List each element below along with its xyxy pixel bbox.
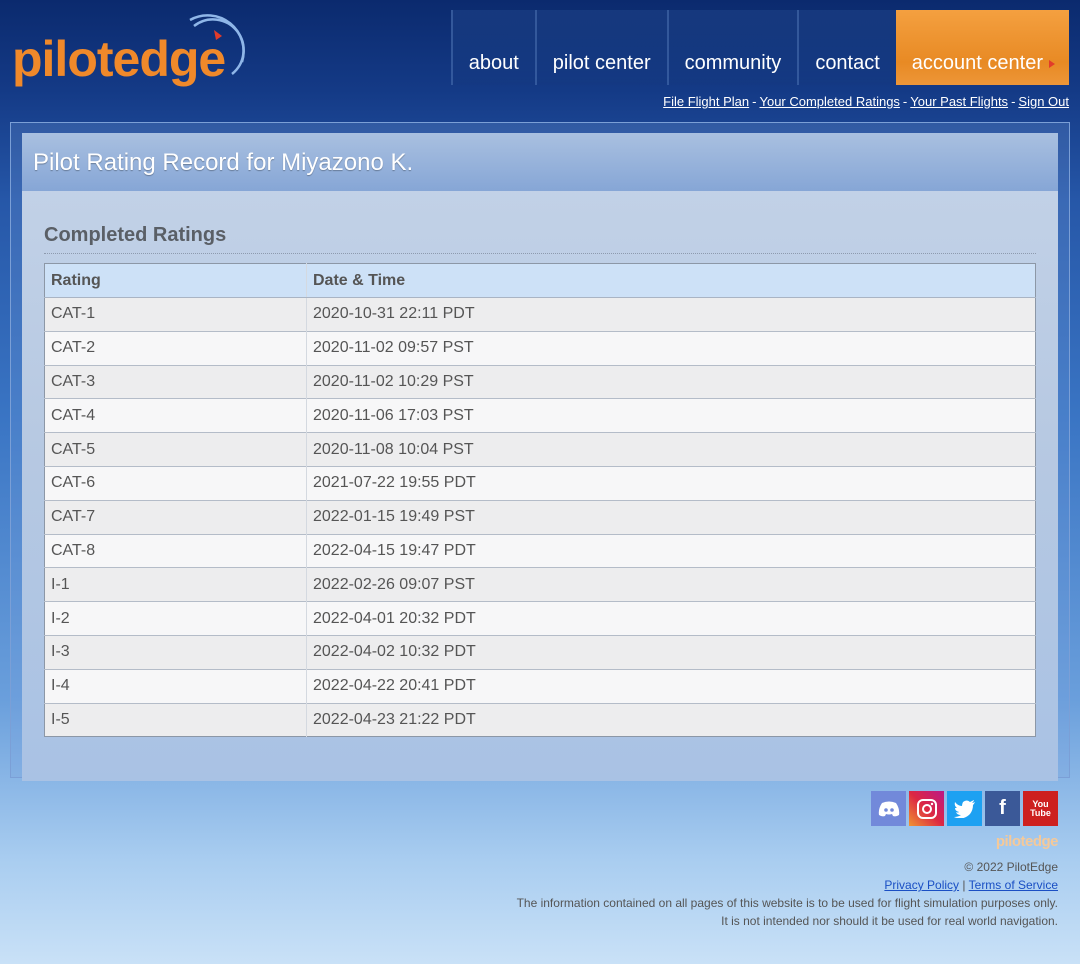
social-links: f You Tube (871, 791, 1058, 826)
date-time-cell: 2022-04-01 20:32 PDT (306, 601, 1036, 636)
date-time-cell: 2022-02-26 09:07 PST (306, 567, 1036, 602)
content-panel: Pilot Rating Record for Miyazono K. Comp… (22, 133, 1058, 781)
rating-cell: CAT-8 (44, 533, 307, 568)
account-sublinks: File Flight Plan - Your Completed Ratings -… (663, 94, 1069, 109)
date-time-cell: 2020-11-02 09:57 PST (306, 330, 1036, 366)
table-row: CAT-4 2020-11-06 17:03 PST (44, 398, 1036, 433)
nav-about[interactable]: about (450, 10, 535, 85)
footer-logo: pilotedge (995, 833, 1059, 850)
nav-community[interactable]: community (666, 10, 798, 85)
table-row: I-5 2022-04-23 21:22 PDT (44, 702, 1036, 737)
separator: - (1011, 94, 1016, 109)
table-row: CAT-8 2022-04-15 19:47 PDT (44, 533, 1036, 568)
nav-account-center[interactable]: account center (895, 10, 1069, 85)
column-header-date-time: Date & Time (306, 263, 1036, 298)
triangle-right-icon (1049, 60, 1055, 68)
nav-pilot-center[interactable]: pilot center (534, 10, 667, 85)
ratings-table: Rating Date & Time CAT-1 2020-10-31 22:11… (44, 263, 1036, 738)
rating-cell: CAT-3 (44, 364, 307, 399)
rating-cell: I-5 (44, 702, 307, 737)
date-time-cell: 2021-07-22 19:55 PDT (306, 465, 1036, 501)
date-time-cell: 2022-04-15 19:47 PDT (306, 533, 1036, 568)
table-row: I-4 2022-04-22 20:41 PDT (44, 668, 1036, 704)
date-time-cell: 2020-11-08 10:04 PST (306, 432, 1036, 467)
main-nav: about pilot center community contact acc… (450, 10, 1069, 85)
rating-cell: CAT-4 (44, 398, 307, 433)
instagram-icon[interactable] (909, 791, 944, 826)
table-header-row: Rating Date & Time (44, 263, 1036, 298)
table-row: CAT-3 2020-11-02 10:29 PST (44, 364, 1036, 399)
discord-icon[interactable] (871, 791, 906, 826)
date-time-cell: 2020-11-02 10:29 PST (306, 364, 1036, 399)
date-time-cell: 2022-04-23 21:22 PDT (306, 702, 1036, 737)
sign-out-link[interactable]: Sign Out (1018, 94, 1069, 109)
table-row: CAT-2 2020-11-02 09:57 PST (44, 330, 1036, 366)
youtube-label-tube: Tube (1030, 807, 1051, 818)
rating-cell: CAT-5 (44, 432, 307, 467)
rating-cell: I-1 (44, 567, 307, 602)
table-row: CAT-6 2021-07-22 19:55 PDT (44, 465, 1036, 501)
rating-cell: I-2 (44, 601, 307, 636)
date-time-cell: 2022-04-22 20:41 PDT (306, 668, 1036, 704)
page-title: Pilot Rating Record for Miyazono K. (22, 133, 1058, 191)
section-title: Completed Ratings (44, 224, 1036, 254)
separator: - (752, 94, 757, 109)
column-header-rating: Rating (44, 263, 307, 298)
completed-ratings-link[interactable]: Your Completed Ratings (759, 94, 899, 109)
nav-account-center-label: account center (911, 52, 1043, 74)
date-time-cell: 2022-04-02 10:32 PDT (306, 634, 1036, 670)
privacy-policy-link[interactable]: Privacy Policy (884, 878, 959, 892)
separator: - (902, 94, 908, 109)
twitter-icon[interactable] (947, 791, 982, 826)
logo-arc-icon (189, 14, 245, 75)
copyright: © 2022 PilotEdge (964, 860, 1058, 874)
date-time-cell: 2022-01-15 19:49 PST (306, 499, 1036, 535)
date-time-cell: 2020-10-31 22:11 PDT (306, 297, 1036, 332)
table-row: CAT-1 2020-10-31 22:11 PDT (44, 297, 1036, 332)
facebook-icon[interactable]: f (985, 791, 1020, 826)
legal-links: Privacy Policy | Terms of Service (884, 878, 1058, 892)
table-row: CAT-5 2020-11-08 10:04 PST (44, 432, 1036, 467)
youtube-icon[interactable]: You Tube (1023, 791, 1058, 826)
date-time-cell: 2020-11-06 17:03 PST (306, 398, 1036, 433)
rating-cell: CAT-1 (44, 297, 307, 332)
table-row: I-1 2022-02-26 09:07 PST (44, 567, 1036, 602)
rating-cell: I-3 (44, 634, 307, 670)
pilotedge-logo[interactable]: pilotedge (10, 12, 250, 88)
disclaimer-line-1: The information contained on all pages o… (516, 896, 1058, 910)
table-row: I-3 2022-04-02 10:32 PDT (44, 634, 1036, 670)
table-row: CAT-7 2022-01-15 19:49 PST (44, 499, 1036, 535)
rating-cell: CAT-2 (44, 330, 307, 366)
nav-contact[interactable]: contact (797, 10, 896, 85)
past-flights-link[interactable]: Your Past Flights (910, 94, 1008, 109)
disclaimer-line-2: It is not intended nor should it be used… (721, 914, 1058, 928)
rating-cell: I-4 (44, 668, 307, 704)
terms-of-service-link[interactable]: Terms of Service (969, 878, 1058, 892)
youtube-label: You Tube (1030, 799, 1051, 818)
rating-cell: CAT-7 (44, 499, 307, 535)
table-row: I-2 2022-04-01 20:32 PDT (44, 601, 1036, 636)
rating-cell: CAT-6 (44, 465, 307, 501)
file-flight-plan-link[interactable]: File Flight Plan (663, 94, 749, 109)
